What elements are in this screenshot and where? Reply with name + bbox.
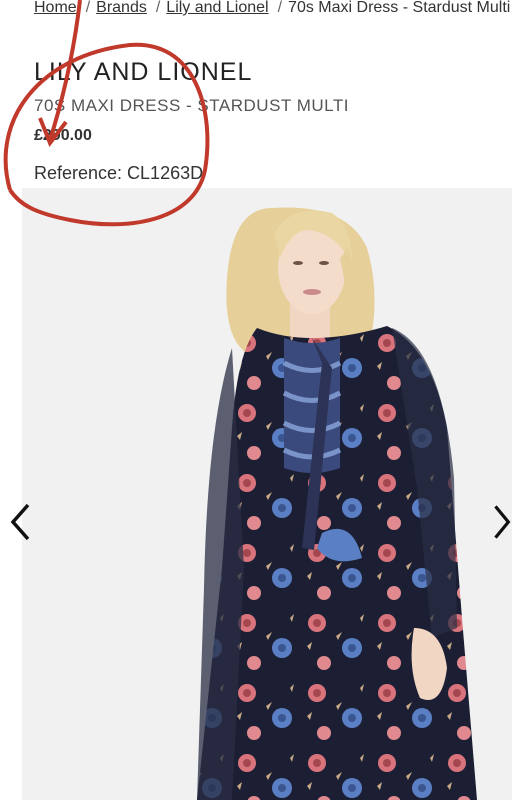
- product-price: £290.00: [34, 127, 92, 144]
- breadcrumb-current: 70s Maxi Dress - Stardust Multi: [288, 0, 511, 16]
- gallery-next-button[interactable]: [490, 500, 512, 544]
- breadcrumb-brand-link[interactable]: Lily and Lionel: [166, 0, 268, 17]
- breadcrumb-separator: /: [85, 0, 91, 16]
- product-photo-illustration: [22, 188, 512, 800]
- breadcrumb-home-link[interactable]: Home: [34, 0, 77, 17]
- breadcrumb-brands-link[interactable]: Brands: [96, 0, 147, 17]
- gallery-prev-button[interactable]: [0, 500, 40, 544]
- breadcrumb: Home / Brands / Lily and Lionel / 70s Ma…: [34, 0, 512, 20]
- product-image[interactable]: [22, 188, 512, 800]
- chevron-left-icon: [10, 503, 30, 541]
- product-name: 70S MAXI DRESS - STARDUST MULTI: [34, 96, 349, 115]
- breadcrumb-separator: /: [277, 0, 283, 16]
- product-reference: Reference: CL1263D: [34, 163, 204, 183]
- chevron-right-icon: [494, 505, 511, 539]
- product-brand: LILY AND LIONEL: [34, 58, 253, 86]
- breadcrumb-separator: /: [155, 0, 161, 16]
